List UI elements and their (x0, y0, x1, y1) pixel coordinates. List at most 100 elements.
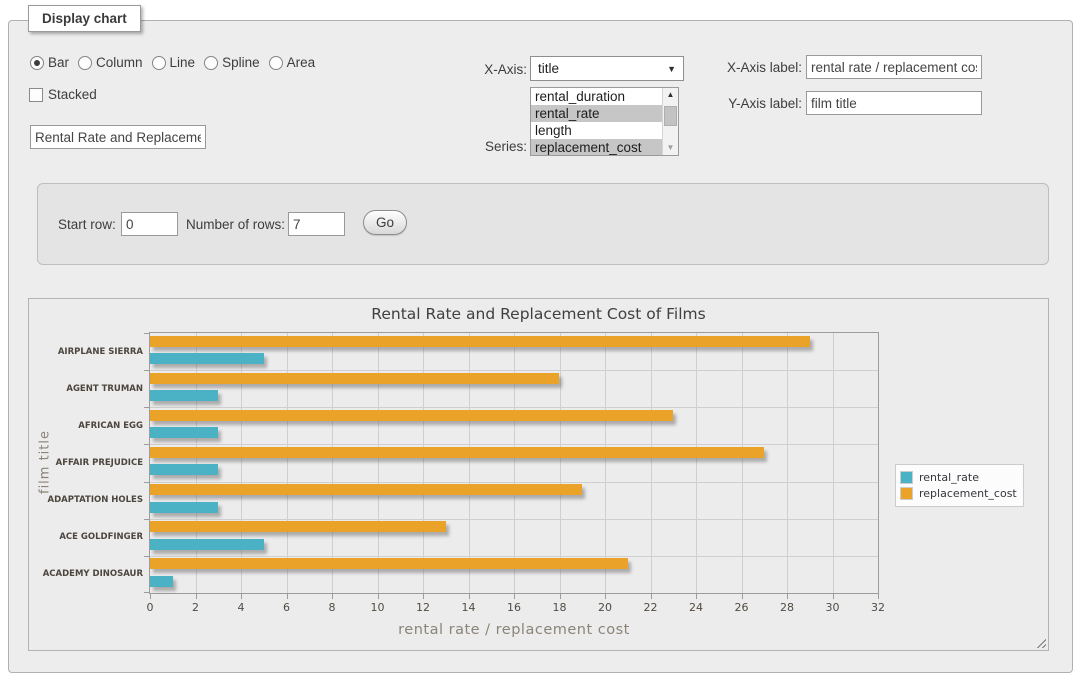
x-tick-label-10: 10 (358, 601, 398, 614)
x-tick-mark-14 (469, 594, 470, 599)
x-tick-label-16: 16 (494, 601, 534, 614)
radio-button-spline[interactable] (204, 56, 218, 70)
chart-type-option-line[interactable]: Line (152, 55, 196, 70)
bar-rental_rate-agent-truman (150, 390, 218, 401)
series-list-label: Series: (467, 139, 527, 154)
gridline-x-26 (742, 333, 743, 593)
gridline-x-28 (787, 333, 788, 593)
legend-label-rental_rate: rental_rate (919, 471, 979, 484)
y-tick-mark-3 (144, 444, 149, 445)
y-tick-mark-1 (144, 370, 149, 371)
x-tick-mark-20 (605, 594, 606, 599)
gridline-y-5 (150, 519, 878, 520)
scroll-down-icon[interactable]: ▼ (663, 141, 678, 155)
start-row-input[interactable] (121, 212, 178, 236)
number-of-rows-label: Number of rows: (186, 217, 285, 232)
radio-label-area: Area (287, 55, 316, 70)
x-tick-mark-18 (560, 594, 561, 599)
stacked-label: Stacked (48, 87, 97, 102)
y-axis-label-label: Y-Axis label: (714, 96, 802, 111)
x-tick-label-8: 8 (312, 601, 352, 614)
radio-button-bar[interactable] (30, 56, 44, 70)
bar-replacement_cost-adaptation-holes (150, 484, 582, 495)
row-range-panel: Start row: Number of rows: Go (37, 183, 1049, 265)
x-tick-label-20: 20 (585, 601, 625, 614)
radio-button-area[interactable] (269, 56, 283, 70)
plot-area: rental rate / replacement cost 024681012… (149, 332, 879, 594)
y-tick-mark-4 (144, 482, 149, 483)
gridline-x-24 (696, 333, 697, 593)
chart-container: Rental Rate and Replacement Cost of Film… (28, 298, 1049, 651)
x-tick-label-14: 14 (449, 601, 489, 614)
x-tick-label-12: 12 (403, 601, 443, 614)
number-of-rows-input[interactable] (288, 212, 345, 236)
legend-swatch-rental_rate (900, 471, 913, 484)
chart-type-option-spline[interactable]: Spline (204, 55, 260, 70)
category-label-affair-prejudice: AFFAIR PREJUDICE (31, 458, 143, 468)
x-tick-label-28: 28 (767, 601, 807, 614)
x-tick-mark-4 (241, 594, 242, 599)
x-tick-mark-30 (833, 594, 834, 599)
x-tick-mark-24 (696, 594, 697, 599)
y-tick-mark-7 (144, 592, 149, 593)
gridline-y-4 (150, 482, 878, 483)
series-listbox[interactable]: rental_durationrental_ratelengthreplacem… (530, 87, 679, 156)
bar-replacement_cost-airplane-sierra (150, 336, 810, 347)
chart-type-option-bar[interactable]: Bar (30, 55, 69, 70)
scrollbar-thumb[interactable] (664, 106, 677, 126)
series-option-length[interactable]: length (531, 122, 662, 139)
gridline-y-3 (150, 444, 878, 445)
x-tick-label-26: 26 (722, 601, 762, 614)
x-tick-mark-28 (787, 594, 788, 599)
bar-rental_rate-affair-prejudice (150, 464, 218, 475)
bar-rental_rate-ace-goldfinger (150, 539, 264, 550)
gridline-y-6 (150, 556, 878, 557)
radio-button-line[interactable] (152, 56, 166, 70)
series-options: rental_durationrental_ratelengthreplacem… (531, 88, 662, 155)
gridline-x-20 (605, 333, 606, 593)
x-axis-select[interactable]: title ▼ (530, 56, 684, 81)
x-axis-title: rental rate / replacement cost (150, 622, 878, 638)
legend-label-replacement_cost: replacement_cost (919, 487, 1017, 500)
x-tick-mark-2 (196, 594, 197, 599)
gridline-x-30 (833, 333, 834, 593)
y-tick-mark-2 (144, 407, 149, 408)
radio-button-column[interactable] (78, 56, 92, 70)
series-option-rental_duration[interactable]: rental_duration (531, 88, 662, 105)
gridline-x-22 (651, 333, 652, 593)
chart-type-option-area[interactable]: Area (269, 55, 316, 70)
series-option-rental_rate[interactable]: rental_rate (531, 105, 662, 122)
x-tick-label-6: 6 (267, 601, 307, 614)
chart-title-input[interactable] (30, 125, 206, 149)
bar-rental_rate-airplane-sierra (150, 353, 264, 364)
scroll-up-icon[interactable]: ▲ (663, 88, 678, 102)
x-axis-label-input[interactable] (806, 55, 982, 79)
x-tick-mark-6 (287, 594, 288, 599)
radio-label-line: Line (170, 55, 196, 70)
bar-replacement_cost-ace-goldfinger (150, 521, 446, 532)
stacked-checkbox[interactable] (29, 88, 43, 102)
legend-swatch-replacement_cost (900, 487, 913, 500)
bar-rental_rate-adaptation-holes (150, 502, 218, 513)
category-label-african-egg: AFRICAN EGG (31, 421, 143, 431)
bar-replacement_cost-affair-prejudice (150, 447, 764, 458)
resize-handle-icon[interactable] (1034, 636, 1046, 648)
x-axis-label-label: X-Axis label: (714, 60, 802, 75)
y-axis-label-input[interactable] (806, 91, 982, 115)
x-tick-mark-12 (423, 594, 424, 599)
bar-rental_rate-academy-dinosaur (150, 576, 173, 587)
x-tick-mark-26 (742, 594, 743, 599)
x-tick-label-4: 4 (221, 601, 261, 614)
chart-type-option-column[interactable]: Column (78, 55, 143, 70)
chart-legend: rental_rate replacement_cost (895, 464, 1024, 507)
chart-title: Rental Rate and Replacement Cost of Film… (29, 305, 1048, 323)
series-option-replacement_cost[interactable]: replacement_cost (531, 139, 662, 155)
x-tick-mark-8 (332, 594, 333, 599)
x-tick-label-2: 2 (176, 601, 216, 614)
radio-label-spline: Spline (222, 55, 260, 70)
x-tick-mark-10 (378, 594, 379, 599)
bar-replacement_cost-african-egg (150, 410, 673, 421)
go-button[interactable]: Go (363, 210, 407, 235)
x-axis-select-value: title (538, 61, 559, 76)
scrollbar[interactable]: ▲ ▼ (662, 88, 678, 155)
